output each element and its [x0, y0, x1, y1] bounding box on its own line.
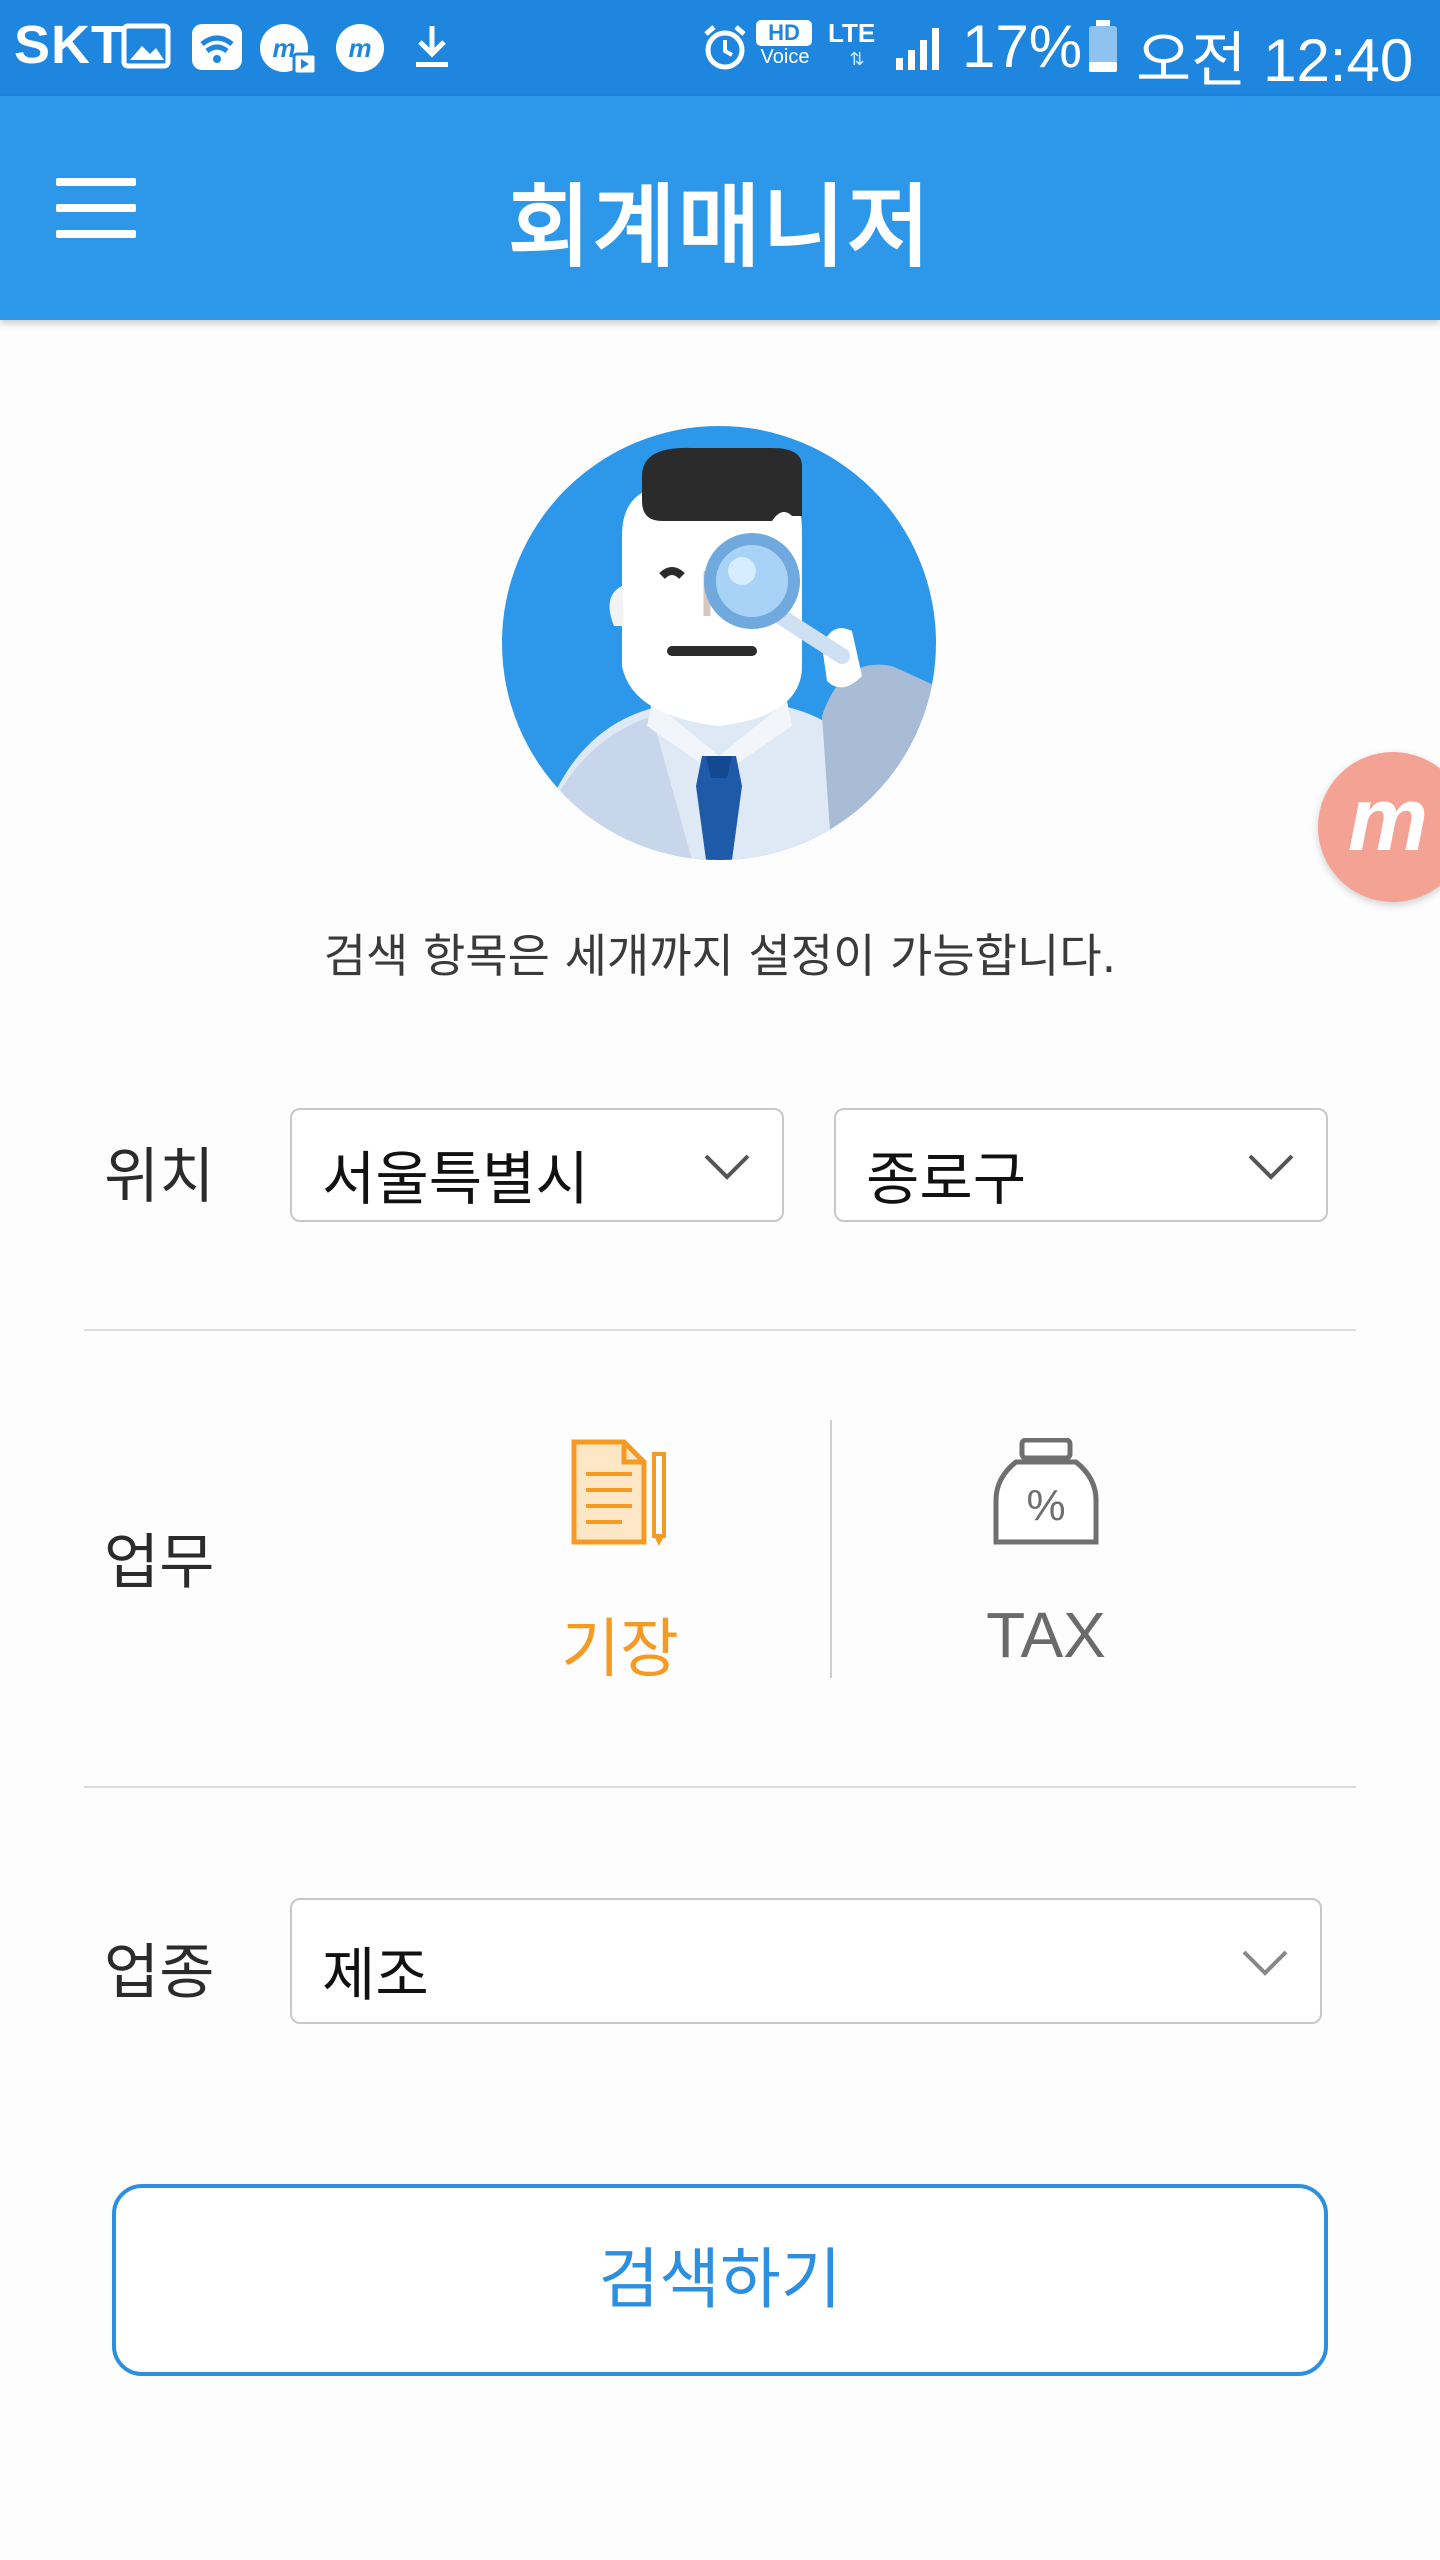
- percent-bag-icon: %: [993, 1438, 1099, 1545]
- lte-label: LTE: [828, 18, 876, 48]
- industry-label: 업종: [104, 1938, 215, 2008]
- city-select-value: 서울특별시: [322, 1145, 589, 1213]
- status-bar: SKT m m HD Voice LTE ⇅ 17% 오전 12:40: [0, 0, 1440, 96]
- industry-select[interactable]: 제조: [290, 1898, 1322, 2024]
- voice-label: Voice: [760, 46, 810, 68]
- accountant-avatar-illustration: [502, 426, 936, 860]
- divider: [84, 1329, 1356, 1331]
- task-label: 업무: [104, 1528, 215, 1598]
- task-divider: [830, 1420, 832, 1678]
- city-select[interactable]: 서울특별시: [290, 1108, 784, 1222]
- app-bar: 회계매니저: [0, 96, 1440, 320]
- svg-text:m: m: [348, 33, 371, 63]
- battery-icon: [1089, 20, 1117, 72]
- m-badge-icon: m: [1348, 770, 1428, 870]
- industry-select-value: 제조: [322, 1941, 429, 2009]
- search-button[interactable]: 검색하기: [112, 2184, 1328, 2376]
- carrier-label: SKT: [14, 15, 125, 75]
- floating-m-badge[interactable]: m: [1318, 752, 1440, 902]
- task-option-label: 기장: [561, 1613, 679, 1687]
- svg-text:m: m: [272, 33, 295, 63]
- m-play-icon: m: [260, 24, 318, 76]
- svg-text:m: m: [1348, 770, 1428, 870]
- chevron-down-icon: [1242, 1950, 1288, 1976]
- wifi-icon: [192, 24, 242, 70]
- alarm-icon: [704, 25, 746, 70]
- chevron-down-icon: [1248, 1154, 1294, 1180]
- lte-icon: LTE ⇅: [828, 18, 886, 78]
- task-option-tax[interactable]: % TAX: [896, 1438, 1196, 1698]
- app-title: 회계매니저: [508, 175, 932, 280]
- svg-text:%: %: [1026, 1481, 1065, 1530]
- task-option-label: TAX: [986, 1599, 1106, 1671]
- m-icon: m: [336, 24, 384, 72]
- search-hint-text: 검색 항목은 세개까지 설정이 가능합니다.: [323, 929, 1117, 983]
- location-label: 위치: [104, 1142, 215, 1212]
- district-select[interactable]: 종로구: [834, 1108, 1328, 1222]
- hd-voice-icon: HD Voice: [756, 20, 818, 76]
- battery-percent: 17%: [962, 13, 1083, 80]
- signal-icon: [896, 28, 939, 70]
- task-option-bookkeeping[interactable]: 기장: [470, 1438, 770, 1698]
- download-icon: [416, 26, 448, 67]
- divider: [84, 1786, 1356, 1788]
- hd-label: HD: [756, 20, 812, 46]
- chevron-down-icon: [704, 1154, 750, 1180]
- gallery-icon: [121, 23, 171, 69]
- clock: 오전 12:40: [1136, 27, 1414, 94]
- document-pencil-icon: [571, 1439, 666, 1546]
- district-select-value: 종로구: [866, 1145, 1027, 1213]
